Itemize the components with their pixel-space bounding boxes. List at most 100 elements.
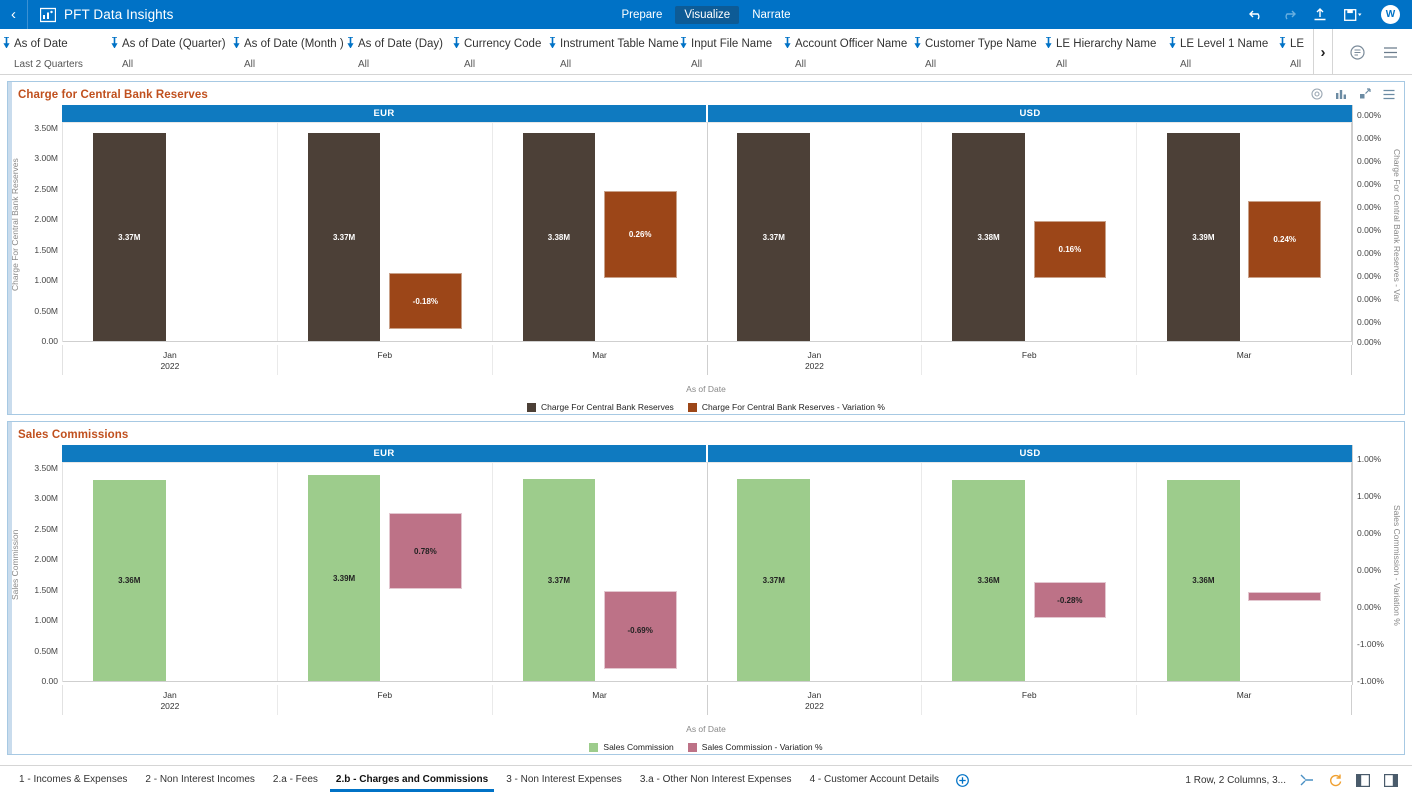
filter-value: All (464, 59, 476, 70)
bar-variation[interactable]: 0.78% (389, 513, 462, 589)
panel-charge-for-central-bank-reserves[interactable]: Charge for Central Bank Reserves Charge … (7, 81, 1405, 415)
y2-tick: 0.00% (1357, 110, 1382, 120)
pin-icon (783, 35, 792, 53)
y-tick: 2.00M (34, 214, 58, 224)
currency-header-usd: USD (708, 105, 1352, 122)
sheet-tab-4-customer-account-details[interactable]: 4 - Customer Account Details (801, 768, 949, 792)
legend-label: Sales Commission (603, 742, 674, 753)
chart2-eur-mar: 3.37M -0.69% (493, 463, 707, 681)
y2-tick: 0.00% (1357, 294, 1382, 304)
undo-icon[interactable] (1249, 8, 1264, 21)
currency-header-eur: EUR (62, 105, 708, 122)
x-label: Feb (278, 685, 493, 716)
target-icon[interactable] (1311, 88, 1323, 100)
legend-item[interactable]: Charge For Central Bank Reserves - Varia… (687, 402, 885, 413)
filter-le-level-1-name[interactable]: LE Level 1 Name All (1166, 29, 1276, 74)
filter-label: Instrument Table Name (560, 38, 679, 50)
x-label: Mar (592, 350, 607, 360)
bar-value[interactable]: 3.36M (1167, 480, 1240, 681)
legend-label: Charge For Central Bank Reserves - Varia… (701, 402, 885, 413)
hamburger-menu-icon[interactable] (1383, 46, 1398, 59)
bar-value[interactable]: 3.37M (307, 133, 381, 341)
nav-prepare[interactable]: Prepare (612, 6, 671, 24)
menu-icon[interactable] (1383, 89, 1395, 100)
bar-variation[interactable]: 0.26% (603, 191, 677, 278)
bar-value[interactable]: 3.36M (952, 480, 1025, 681)
filter-as-of-date-quarter[interactable]: As of Date (Quarter) All (108, 29, 230, 74)
filter-label: As of Date (Quarter) (122, 38, 226, 50)
bar-value[interactable]: 3.37M (737, 479, 811, 681)
sheet-tab-3-non-interest-expenses[interactable]: 3 - Non Interest Expenses (497, 768, 631, 792)
redo-icon[interactable] (1281, 8, 1296, 21)
filter-currency-code[interactable]: Currency Code All (450, 29, 546, 74)
sheet-tab-2b-charges-and-commissions[interactable]: 2.b - Charges and Commissions (327, 768, 497, 792)
sheet-tab-bar: 1 - Incomes & Expenses 2 - Non Interest … (0, 765, 1412, 794)
nav-narrate[interactable]: Narrate (743, 6, 799, 24)
avatar[interactable]: W (1381, 5, 1400, 24)
nav-visualize[interactable]: Visualize (675, 5, 740, 24)
y2-tick: 0.00% (1357, 133, 1382, 143)
filter-instrument-table-name[interactable]: Instrument Table Name All (546, 29, 679, 74)
bar-variation[interactable] (1248, 592, 1322, 601)
filter-value: All (1056, 59, 1068, 70)
filter-label: Input File Name (691, 38, 773, 50)
filter-as-of-date-day[interactable]: As of Date (Day) All (344, 29, 450, 74)
bar-variation[interactable]: -0.28% (1033, 582, 1107, 618)
bar-variation[interactable]: 0.16% (1033, 221, 1107, 278)
chart1-y-axis-title: Charge For Central Bank Reserves (10, 158, 20, 292)
filter-value: All (795, 59, 807, 70)
upload-icon[interactable] (1313, 7, 1327, 22)
bar-value[interactable]: 3.39M (1167, 133, 1240, 341)
bar-value[interactable]: 3.38M (952, 133, 1025, 341)
filter-input-file-name[interactable]: Input File Name All (677, 29, 781, 74)
filter-customer-type-name[interactable]: Customer Type Name All (911, 29, 1042, 74)
legend-item[interactable]: Sales Commission (589, 742, 674, 753)
filter-label: As of Date (Day) (358, 38, 443, 50)
bar-value[interactable]: 3.37M (92, 133, 166, 341)
sheet-tab-2a-fees[interactable]: 2.a - Fees (264, 768, 327, 792)
x-label: Jan 2022 (708, 685, 923, 716)
filter-le-hierarchy-name[interactable]: LE Hierarchy Name All (1042, 29, 1166, 74)
y-tick: 1.50M (34, 245, 58, 255)
bar-variation[interactable]: 0.24% (1248, 201, 1322, 278)
measure-icon[interactable] (1300, 773, 1314, 787)
save-icon[interactable] (1344, 8, 1364, 22)
bar-chart-icon[interactable] (1335, 88, 1347, 100)
bar-value[interactable]: 3.36M (92, 480, 166, 681)
filter-account-officer-name[interactable]: Account Officer Name All (781, 29, 911, 74)
pin-icon (1168, 35, 1177, 53)
top-toolbar: W (1249, 5, 1412, 24)
chart2-y-axis-ticks: 3.50M 3.00M 2.50M 2.00M 1.50M 1.00M 0.50… (22, 445, 62, 686)
filters-next-button[interactable]: › (1313, 29, 1333, 74)
y2-tick: 0.00% (1357, 602, 1382, 612)
refresh-icon[interactable] (1328, 773, 1342, 787)
bar-value[interactable]: 3.37M (737, 133, 811, 341)
bar-variation[interactable]: -0.18% (389, 273, 462, 329)
bar-value[interactable]: 3.37M (522, 479, 596, 681)
chart1-y2-axis-title: Charge For Central Bank Reserves - Var (1392, 148, 1402, 302)
sheet-tab-3a-other-non-interest-expenses[interactable]: 3.a - Other Non Interest Expenses (631, 768, 801, 792)
filter-value: All (358, 59, 370, 70)
pin-icon (913, 35, 922, 53)
bar-variation[interactable]: -0.69% (603, 591, 677, 669)
x-label: Jan 2022 (63, 345, 278, 376)
bar-value[interactable]: 3.38M (522, 133, 596, 341)
left-panel-toggle-icon[interactable] (1356, 773, 1370, 787)
expand-icon[interactable] (1359, 88, 1371, 100)
chart-insights-icon (40, 7, 56, 23)
filter-as-of-date[interactable]: As of Date Last 2 Quarters (0, 29, 108, 74)
filter-as-of-date-month[interactable]: As of Date (Month ) All (230, 29, 344, 74)
add-circle-icon[interactable] (956, 773, 969, 787)
sheet-tab-1-incomes-expenses[interactable]: 1 - Incomes & Expenses (10, 768, 136, 792)
legend-item[interactable]: Sales Commission - Variation % (687, 742, 823, 752)
bar-value[interactable]: 3.39M (307, 475, 381, 681)
filter-list-icon[interactable] (1350, 44, 1365, 60)
filter-label: Customer Type Name (925, 38, 1037, 50)
right-panel-toggle-icon[interactable] (1384, 773, 1398, 787)
y-tick: 1.00M (34, 615, 58, 625)
y-tick: 3.00M (34, 493, 58, 503)
legend-item[interactable]: Charge For Central Bank Reserves (527, 402, 674, 412)
sheet-tab-2-non-interest-incomes[interactable]: 2 - Non Interest Incomes (136, 768, 264, 792)
back-button[interactable]: ‹ (0, 0, 28, 29)
panel-sales-commissions[interactable]: Sales Commissions Sales Commission 3.50M… (7, 421, 1405, 755)
